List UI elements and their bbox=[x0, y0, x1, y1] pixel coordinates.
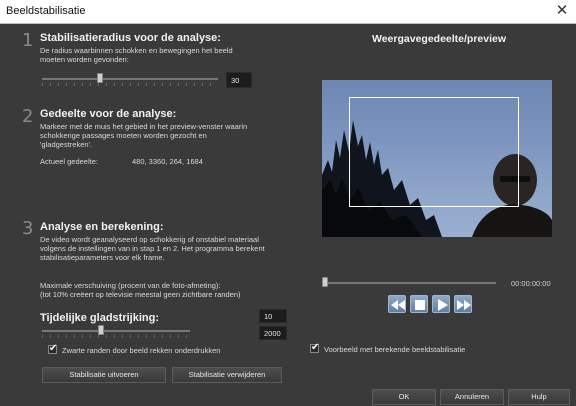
ok-button[interactable]: OK bbox=[372, 389, 436, 405]
step-1-heading: Stabilisatieradius voor de analyse: bbox=[40, 32, 221, 44]
rewind-button[interactable] bbox=[388, 295, 406, 313]
step-1-description: De radius waarbinnen schokken en bewegin… bbox=[40, 46, 233, 64]
rewind-icon bbox=[391, 300, 405, 310]
black-borders-checkbox[interactable]: ✔ bbox=[48, 343, 58, 354]
play-button[interactable] bbox=[432, 295, 450, 313]
step-2-number: 2 bbox=[22, 106, 34, 127]
temporal-slider-ticks bbox=[42, 335, 190, 338]
analysis-area-rectangle[interactable] bbox=[349, 97, 519, 207]
step-1-number: 1 bbox=[22, 30, 34, 51]
current-area-value: 480, 3360, 264, 1684 bbox=[132, 157, 203, 166]
current-area-label: Actueel gedeelte: bbox=[40, 157, 98, 166]
preview-title: Weergavegedeelte/preview bbox=[372, 33, 507, 45]
checkmark-icon: ✔ bbox=[311, 342, 320, 353]
timecode: 00:00:00:00 bbox=[511, 279, 551, 288]
fast-forward-icon bbox=[457, 300, 471, 310]
step-3-description: De video wordt geanalyseerd op schokkeri… bbox=[40, 235, 265, 262]
window-title: Beeldstabilisatie bbox=[6, 5, 86, 17]
help-button[interactable]: Hulp bbox=[508, 389, 570, 405]
preview-stabilization-checkbox[interactable]: ✔ bbox=[310, 342, 320, 353]
preview-window[interactable] bbox=[322, 80, 552, 237]
step-2-heading: Gedeelte voor de analyse: bbox=[40, 108, 177, 120]
fast-forward-button[interactable] bbox=[454, 295, 472, 313]
timeline-track[interactable] bbox=[324, 282, 496, 284]
temporal-slider-track[interactable] bbox=[42, 330, 190, 332]
step-2-description: Markeer met de muis het gebied in het pr… bbox=[40, 122, 248, 149]
play-icon bbox=[438, 299, 448, 311]
max-shift-value-field[interactable]: 10 bbox=[259, 309, 287, 323]
checkmark-icon: ✔ bbox=[49, 343, 58, 354]
preview-stabilization-label: Voorbeeld met berekende beeldstabilisati… bbox=[324, 345, 466, 354]
radius-slider-thumb[interactable] bbox=[97, 73, 104, 83]
stop-button[interactable] bbox=[410, 295, 428, 313]
step-3-number: 3 bbox=[22, 218, 34, 239]
timeline-thumb[interactable] bbox=[322, 277, 328, 287]
radius-slider-track[interactable] bbox=[42, 78, 218, 80]
remove-stabilization-button[interactable]: Stabilisatie verwijderen bbox=[172, 367, 282, 383]
temporal-smoothing-label: Tijdelijke gladstrijking: bbox=[40, 312, 159, 324]
temporal-value-field[interactable]: 2000 bbox=[259, 326, 287, 340]
close-icon[interactable]: ✕ bbox=[554, 2, 570, 20]
run-stabilization-button[interactable]: Stabilisatie uitvoeren bbox=[42, 367, 166, 383]
black-borders-label: Zwarte randen door beeld rekken onderdru… bbox=[62, 346, 221, 355]
max-shift-label: Maximale verschuiving (procent van de fo… bbox=[40, 281, 241, 299]
cancel-button[interactable]: Annuleren bbox=[440, 389, 504, 405]
radius-slider-ticks bbox=[42, 83, 218, 86]
stop-icon bbox=[415, 300, 425, 310]
radius-value-field[interactable]: 30 bbox=[226, 72, 252, 88]
temporal-slider-thumb[interactable] bbox=[98, 325, 105, 335]
step-3-heading: Analyse en berekening: bbox=[40, 221, 164, 233]
stabilization-dialog: 1 Stabilisatieradius voor de analyse: De… bbox=[0, 24, 576, 406]
title-bar: Beeldstabilisatie ✕ bbox=[0, 0, 576, 24]
